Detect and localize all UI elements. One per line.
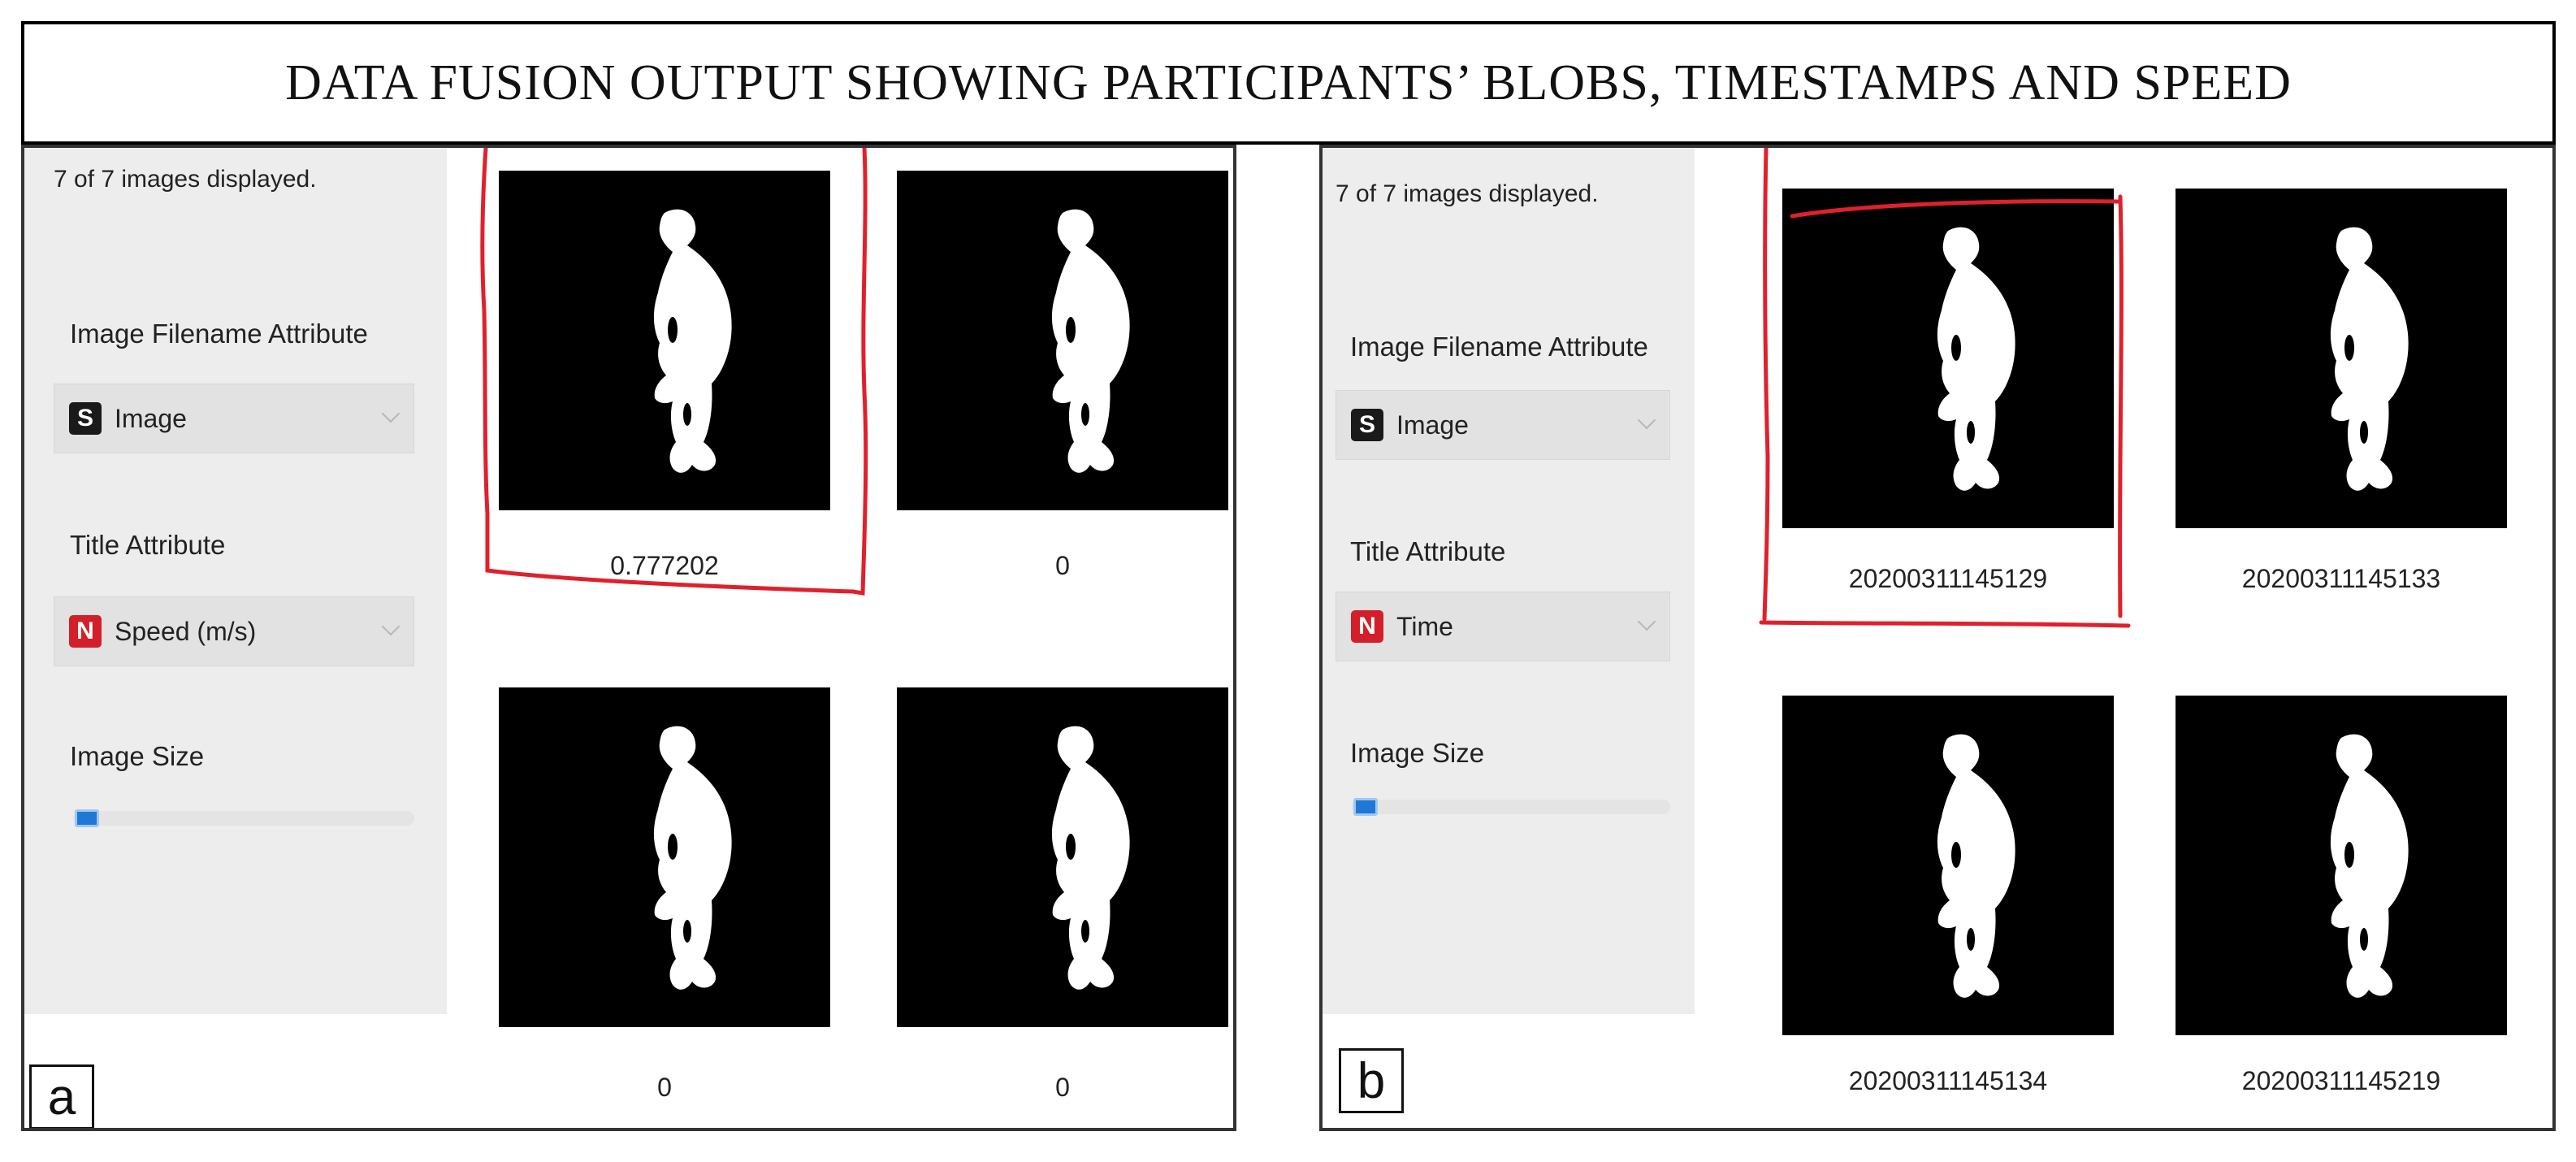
- image-size-slider-handle[interactable]: [1353, 798, 1378, 816]
- combo-value: Image: [115, 403, 187, 433]
- thumbnail-caption: 20200311145133: [2241, 564, 2441, 593]
- combo-value: Speed (m/s): [115, 616, 257, 646]
- combo-value: Image: [1396, 410, 1469, 440]
- chevron-down-icon: [381, 404, 400, 423]
- image-filename-attribute-label: Image Filename Attribute: [70, 319, 368, 349]
- panel-b: 7 of 7 images displayed. Image Filename …: [1319, 145, 2556, 1131]
- thumbnail-caption: 0: [1055, 1073, 1070, 1102]
- thumbnail-image[interactable]: [897, 687, 1228, 1027]
- title-attribute-label: Title Attribute: [70, 530, 226, 560]
- thumbnail-image[interactable]: [2176, 189, 2507, 528]
- thumbnail-image[interactable]: [1782, 696, 2114, 1035]
- chevron-down-icon: [1637, 612, 1656, 631]
- title-attribute-label: Title Attribute: [1350, 536, 1506, 566]
- thumbnail-caption: 0: [657, 1073, 672, 1102]
- combo-value: Time: [1396, 611, 1453, 641]
- thumbnail-image[interactable]: [2176, 696, 2507, 1035]
- panel-label: b: [1339, 1048, 1404, 1113]
- panel-label: a: [29, 1064, 94, 1128]
- red-highlight-annotation: [480, 148, 868, 596]
- images-displayed-status: 7 of 7 images displayed.: [1336, 180, 1599, 207]
- image-size-label: Image Size: [70, 741, 205, 771]
- image-size-slider[interactable]: [73, 811, 414, 826]
- numeric-type-badge: N: [69, 615, 102, 648]
- title-attribute-combo[interactable]: N Time: [1336, 592, 1670, 661]
- image-size-label: Image Size: [1350, 738, 1485, 768]
- images-displayed-status: 7 of 7 images displayed.: [54, 166, 317, 193]
- title-attribute-combo[interactable]: N Speed (m/s): [54, 596, 414, 666]
- string-type-badge: S: [69, 402, 102, 435]
- thumbnail-caption: 20200311145134: [1848, 1066, 2048, 1095]
- image-filename-attribute-combo[interactable]: S Image: [54, 384, 414, 453]
- figure-title-box: DATA FUSION OUTPUT SHOWING PARTICIPANTS’…: [21, 21, 2556, 145]
- chevron-down-icon: [1637, 410, 1656, 430]
- control-sidebar: 7 of 7 images displayed. Image Filename …: [1323, 148, 1695, 1128]
- numeric-type-badge: N: [1351, 610, 1383, 643]
- thumbnail-image[interactable]: [499, 687, 830, 1027]
- red-highlight-annotation: [1759, 148, 2131, 628]
- thumbnail-image[interactable]: [897, 171, 1228, 510]
- image-filename-attribute-combo[interactable]: S Image: [1336, 390, 1670, 460]
- string-type-badge: S: [1351, 409, 1383, 441]
- image-size-slider[interactable]: [1352, 800, 1670, 814]
- image-filename-attribute-label: Image Filename Attribute: [1350, 332, 1648, 362]
- chevron-down-icon: [381, 617, 400, 636]
- image-size-slider-handle[interactable]: [75, 809, 99, 827]
- control-sidebar: 7 of 7 images displayed. Image Filename …: [24, 148, 447, 1128]
- thumbnail-caption: 0: [1055, 551, 1070, 580]
- thumbnail-caption: 20200311145219: [2241, 1066, 2441, 1095]
- panel-a: 7 of 7 images displayed. Image Filename …: [21, 145, 1236, 1131]
- figure-title: DATA FUSION OUTPUT SHOWING PARTICIPANTS’…: [285, 54, 2292, 111]
